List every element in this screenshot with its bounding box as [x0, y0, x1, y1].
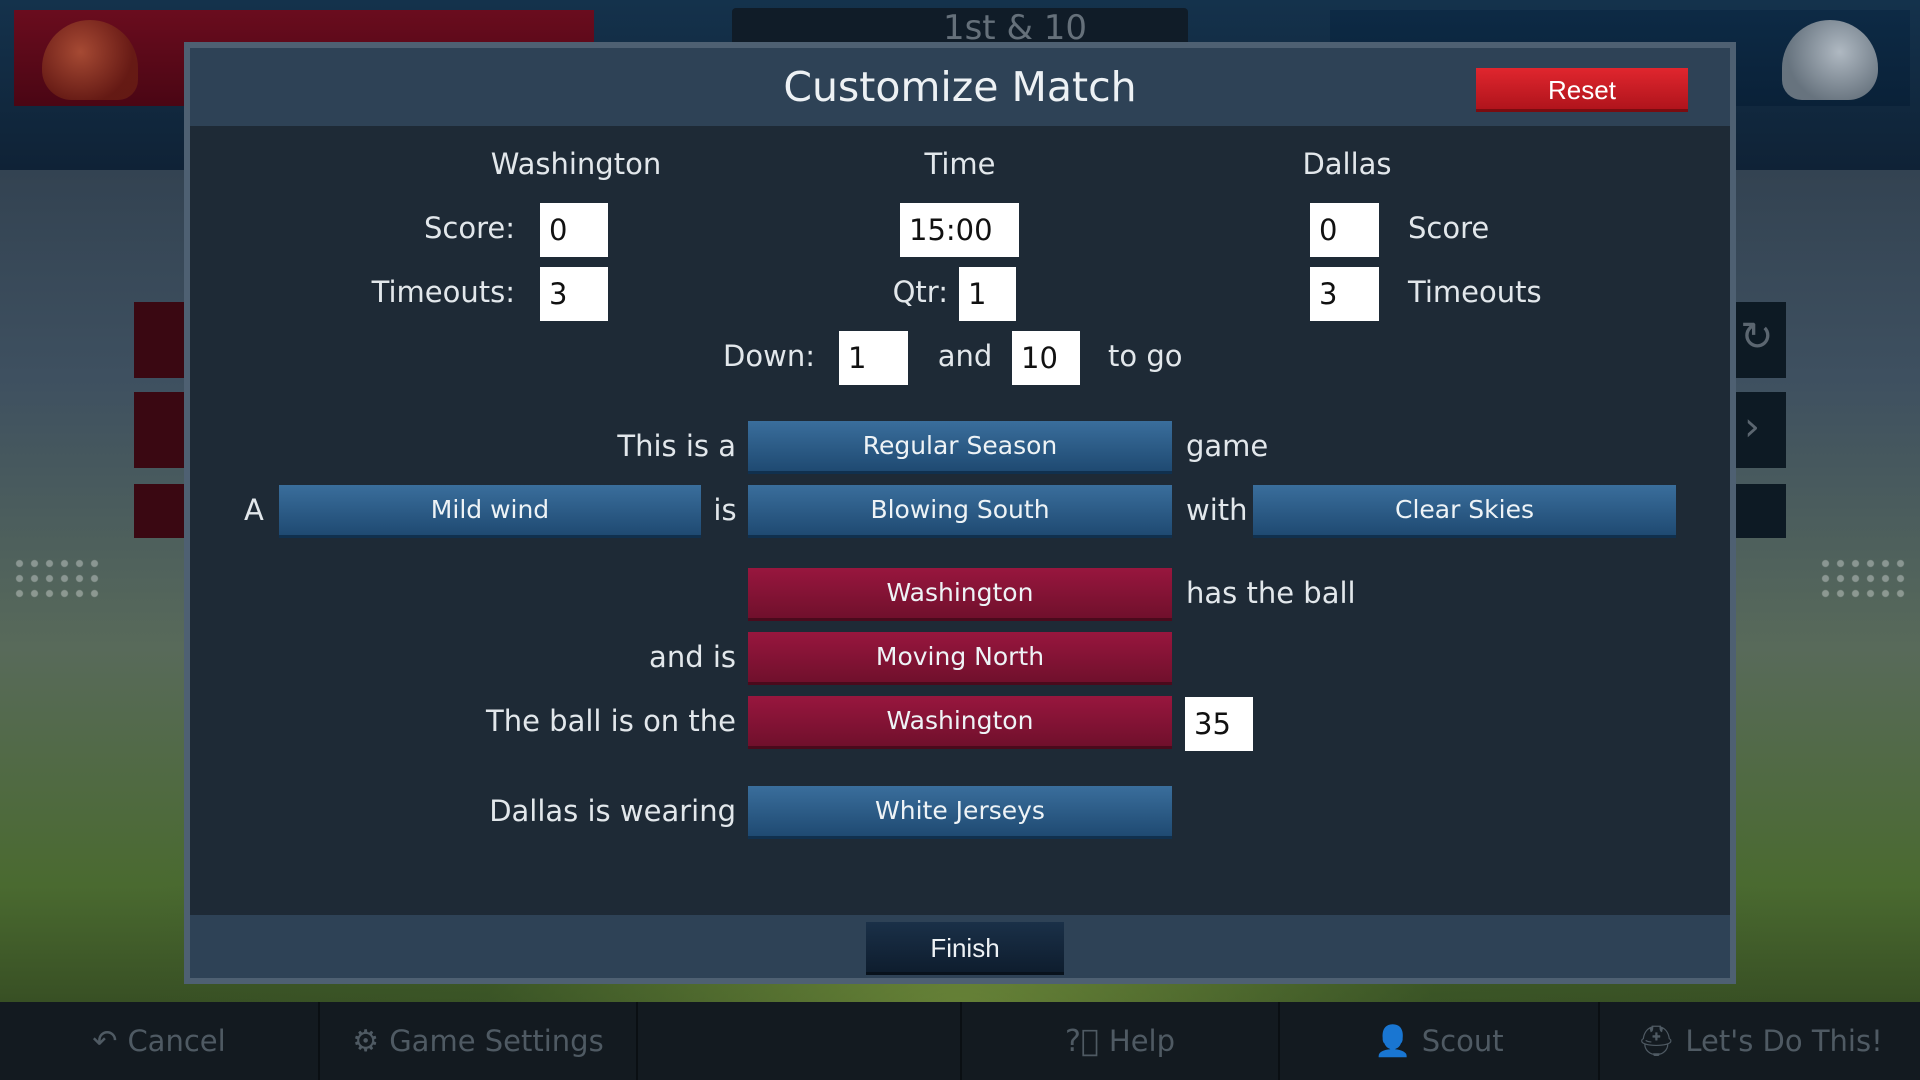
cancel-label: Cancel — [127, 1024, 226, 1058]
weather-is-label: is — [713, 493, 737, 527]
home-timeouts-input[interactable] — [540, 267, 608, 321]
game-type-prefix: This is a — [617, 429, 736, 463]
direction-prefix: and is — [649, 640, 736, 674]
away-score-label: Score — [1408, 211, 1490, 245]
weather-with-label: with — [1186, 493, 1248, 527]
finish-button[interactable]: Finish — [866, 922, 1064, 975]
ball-on-prefix: The ball is on the — [486, 704, 736, 738]
cancel-button[interactable]: ↶ Cancel — [0, 1002, 320, 1080]
wind-strength-selector[interactable]: Mild wind — [279, 485, 701, 538]
away-timeouts-input[interactable] — [1310, 267, 1379, 321]
lets-do-this-button[interactable]: ⛑ Let's Do This! — [1600, 1002, 1920, 1080]
game-clock-input[interactable] — [900, 203, 1019, 257]
weather-prefix: A — [244, 493, 264, 527]
helmet-icon: ⛑ — [1637, 1023, 1676, 1059]
and-label: and — [937, 339, 993, 373]
sky-condition-selector[interactable]: Clear Skies — [1253, 485, 1676, 538]
dialog-header: Customize Match Reset — [190, 48, 1730, 126]
quarter-input[interactable] — [959, 267, 1016, 321]
help-button[interactable]: ?⃝ Help — [962, 1002, 1280, 1080]
time-header: Time — [924, 147, 996, 181]
down-label: Down: — [723, 339, 815, 373]
help-label: Help — [1108, 1024, 1176, 1058]
home-score-label: Score: — [424, 211, 515, 245]
home-timeouts-label: Timeouts: — [371, 275, 515, 309]
dialog-footer: Finish — [190, 915, 1730, 978]
chevron-right-icon: › — [1744, 404, 1760, 450]
home-team-name: Washington — [490, 147, 662, 181]
possession-team-selector[interactable]: Washington — [748, 568, 1172, 621]
yard-line-input[interactable] — [1185, 697, 1253, 751]
down-input[interactable] — [839, 331, 908, 385]
stadium-lights — [1818, 556, 1908, 602]
away-timeouts-label: Timeouts — [1408, 275, 1542, 309]
game-type-suffix: game — [1186, 429, 1269, 463]
possession-suffix: has the ball — [1186, 576, 1356, 610]
to-go-label: to go — [1108, 339, 1183, 373]
scout-label: Scout — [1421, 1024, 1504, 1058]
possession-direction-selector[interactable]: Moving North — [748, 632, 1172, 685]
undo-arrow-icon: ↶ — [92, 1023, 118, 1059]
away-team-name: Dallas — [1302, 147, 1392, 181]
ball-side-selector[interactable]: Washington — [748, 696, 1172, 749]
distance-input[interactable] — [1012, 331, 1080, 385]
nav-spacer — [638, 1002, 962, 1080]
wind-direction-selector[interactable]: Blowing South — [748, 485, 1172, 538]
game-settings-button[interactable]: ⚙ Game Settings — [320, 1002, 638, 1080]
game-settings-label: Game Settings — [389, 1024, 604, 1058]
refresh-icon: ↻ — [1740, 314, 1774, 360]
quarter-label: Qtr: — [892, 275, 948, 309]
person-icon: 👤 — [1374, 1023, 1412, 1059]
game-type-selector[interactable]: Regular Season — [748, 421, 1172, 474]
home-score-input[interactable] — [540, 203, 608, 257]
reset-button[interactable]: Reset — [1476, 68, 1688, 112]
gear-icon: ⚙ — [352, 1023, 380, 1059]
jerseys-prefix: Dallas is wearing — [489, 794, 736, 828]
stadium-lights — [12, 556, 102, 602]
lets-do-this-label: Let's Do This! — [1685, 1024, 1883, 1058]
bottom-nav: ↶ Cancel ⚙ Game Settings ?⃝ Help 👤 Scout… — [0, 1002, 1920, 1080]
jersey-selector[interactable]: White Jerseys — [748, 786, 1172, 839]
scout-button[interactable]: 👤 Scout — [1280, 1002, 1600, 1080]
away-score-input[interactable] — [1310, 203, 1379, 257]
help-icon: ?⃝ — [1064, 1023, 1099, 1059]
